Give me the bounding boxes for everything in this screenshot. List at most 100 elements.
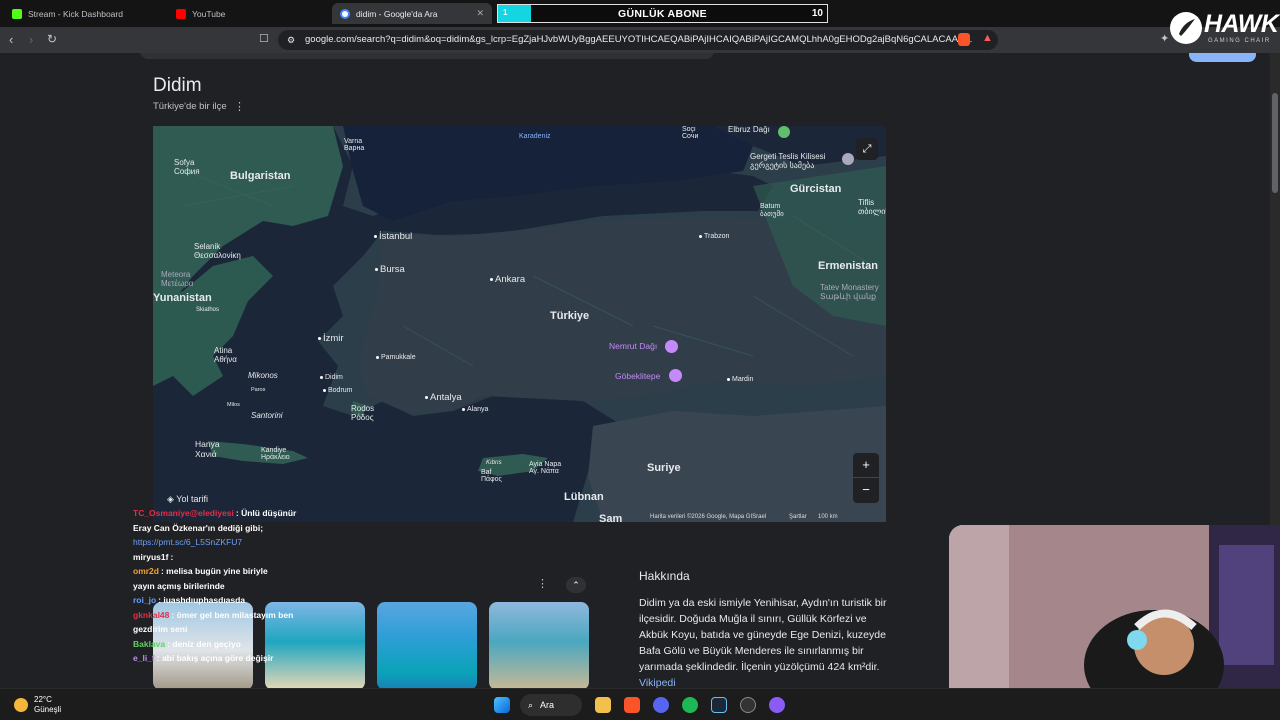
map-label-alanya[interactable]: Alanya bbox=[462, 406, 488, 413]
map-label-sochi[interactable]: Soçi Сочи bbox=[682, 126, 698, 140]
tab-kick-dashboard[interactable]: Stream - Kick Dashboard bbox=[4, 3, 168, 24]
map-label-kibris[interactable]: Kıbrıs bbox=[486, 460, 502, 466]
zoom-in-icon[interactable]: + bbox=[853, 453, 879, 477]
map-label-didim[interactable]: Didim bbox=[320, 374, 343, 381]
map-label-istanbul[interactable]: İstanbul bbox=[374, 231, 412, 242]
map-label-milos[interactable]: Milos bbox=[227, 402, 240, 408]
chat-username[interactable]: roi_jo bbox=[133, 595, 156, 605]
browser-toolbar: ‹ › ↻ ☐ ⚙ google.com/search?q=didim&oq=d… bbox=[0, 27, 1280, 53]
map-label-selanik[interactable]: Selanik Θεσσαλονίκη bbox=[194, 242, 241, 260]
map-label-sofya[interactable]: Sofya София bbox=[174, 158, 200, 176]
close-tab-icon[interactable]: ✕ bbox=[476, 8, 484, 19]
directions-button[interactable]: ◈ Yol tarifi bbox=[167, 494, 208, 505]
about-heading: Hakkında bbox=[639, 569, 690, 583]
taskbar-search-label: Ara bbox=[540, 700, 555, 710]
map-label-sam[interactable]: Şam bbox=[599, 513, 622, 522]
map-label-suriye[interactable]: Suriye bbox=[647, 462, 681, 474]
map-label-mardin[interactable]: Mardin bbox=[727, 376, 753, 383]
map-label-elbruz[interactable]: Elbruz Dağı bbox=[728, 126, 770, 134]
chat-username[interactable]: omr2d bbox=[133, 566, 159, 576]
obs-icon[interactable] bbox=[740, 697, 756, 713]
map-label-atina[interactable]: Atina Αθήνα bbox=[214, 346, 237, 364]
zoom-out-icon[interactable]: − bbox=[853, 477, 879, 501]
forward-icon[interactable]: › bbox=[29, 32, 33, 47]
map-label-nemrut[interactable]: Nemrut Dağı bbox=[609, 341, 657, 351]
map-label-aya-napa[interactable]: Ayia Napa Αγ. Νάπα bbox=[529, 461, 561, 475]
map-label-batum[interactable]: Batum ბათუმი bbox=[760, 203, 784, 218]
map-label-varna[interactable]: Varna Варна bbox=[344, 138, 364, 152]
church-marker-icon[interactable] bbox=[842, 153, 854, 165]
map-label-baf[interactable]: Baf Πάφος bbox=[481, 469, 502, 483]
reload-icon[interactable]: ↻ bbox=[47, 32, 57, 46]
subscriber-goal-label: GÜNLÜK ABONE bbox=[618, 8, 707, 20]
map-label-lubnan[interactable]: Lübnan bbox=[564, 491, 604, 503]
chat-username[interactable]: e_li_f bbox=[133, 653, 155, 663]
map-label-tiflis[interactable]: Tiflis თბილისი bbox=[858, 198, 886, 216]
map-label-karadeniz[interactable]: Karadeniz bbox=[519, 133, 551, 140]
search-box-partial[interactable] bbox=[140, 53, 714, 59]
map-label-ermenistan[interactable]: Ermenistan bbox=[818, 260, 878, 272]
map-label-meteora[interactable]: Meteora Μετέωρα bbox=[161, 270, 193, 288]
address-bar[interactable]: ⚙ google.com/search?q=didim&oq=didim&gs_… bbox=[278, 30, 998, 50]
nemrut-marker-icon[interactable] bbox=[665, 340, 678, 353]
map-terms-link[interactable]: Şartlar bbox=[789, 514, 807, 520]
tab-google-search[interactable]: didim - Google'da Ara ✕ bbox=[332, 3, 492, 24]
spotify-icon[interactable] bbox=[682, 697, 698, 713]
taskbar-search[interactable]: ⌕ Ara bbox=[520, 694, 582, 716]
site-info-icon[interactable]: ⚙ bbox=[287, 30, 295, 50]
images-options-icon[interactable]: ⋮ bbox=[537, 577, 548, 590]
chat-username[interactable]: gknkal48 bbox=[133, 610, 169, 620]
chat-username[interactable]: TC_Osmaniye@elediyesi bbox=[133, 508, 234, 518]
map-label-turkiye[interactable]: Türkiye bbox=[550, 310, 589, 322]
chat-text[interactable]: https://pmt.sc/6_L5SnZKFU7 bbox=[133, 537, 242, 547]
map-label-skiathos[interactable]: Skiathos bbox=[196, 307, 219, 313]
map-panel[interactable]: Bulgaristan Sofya София Karadeniz Varna … bbox=[153, 126, 886, 522]
map-label-paros[interactable]: Paros bbox=[251, 387, 265, 393]
chat-message: yayın açmış birilerinde bbox=[133, 579, 463, 594]
map-label-izmir[interactable]: İzmir bbox=[318, 333, 344, 344]
bookmark-icon[interactable]: ☐ bbox=[259, 32, 269, 45]
expand-map-icon[interactable]: ⤢ bbox=[856, 138, 878, 160]
map-label-bursa[interactable]: Bursa bbox=[375, 264, 405, 275]
map-label-bulgaristan[interactable]: Bulgaristan bbox=[230, 170, 291, 182]
chat-username[interactable]: Baklava bbox=[133, 639, 165, 649]
map-label-bodrum[interactable]: Bodrum bbox=[323, 387, 353, 394]
map-label-santorini[interactable]: Santorini bbox=[251, 411, 283, 420]
map-label-gobeklitepe[interactable]: Göbeklitepe bbox=[615, 371, 660, 381]
weather-condition: Güneşli bbox=[34, 705, 62, 714]
weather-temp: 22°C bbox=[34, 695, 52, 704]
gobeklitepe-marker-icon[interactable] bbox=[669, 369, 682, 382]
file-explorer-icon[interactable] bbox=[595, 697, 611, 713]
more-options-icon[interactable]: ⋮ bbox=[234, 100, 245, 113]
map-label-trabzon[interactable]: Trabzon bbox=[699, 233, 729, 240]
stream-chat-overlay: TC_Osmaniye@elediyesi: Ünlü düşünür Eray … bbox=[133, 506, 463, 666]
map-label-tatev[interactable]: Tatev Monastery Տաթևի վանք bbox=[820, 283, 879, 301]
map-label-hanya[interactable]: Hanya Χανιά bbox=[195, 439, 220, 459]
map-label-kandiye[interactable]: Kandiye Ηράκλειο bbox=[261, 447, 290, 461]
collapse-images-icon[interactable]: ⌃ bbox=[566, 577, 586, 593]
map-label-ankara[interactable]: Ankara bbox=[490, 274, 525, 285]
rewards-icon[interactable]: ▲ bbox=[982, 32, 993, 44]
brave-shield-icon[interactable] bbox=[958, 33, 970, 46]
map-label-alanya-text: Alanya bbox=[467, 406, 489, 413]
map-label-rodos[interactable]: Rodos Ρόδος bbox=[351, 404, 374, 422]
map-label-mikonos[interactable]: Mikonos bbox=[248, 371, 278, 380]
mountain-marker-icon[interactable] bbox=[778, 126, 790, 138]
tab-youtube[interactable]: YouTube bbox=[168, 3, 332, 24]
map-label-yunanistan[interactable]: Yunanistan bbox=[153, 292, 212, 304]
scrollbar-thumb[interactable] bbox=[1272, 93, 1278, 193]
didim-photo-4[interactable] bbox=[489, 602, 589, 690]
app-icon[interactable] bbox=[769, 697, 785, 713]
sign-in-button[interactable] bbox=[1189, 53, 1256, 62]
chat-username[interactable]: miryus1f bbox=[133, 552, 168, 562]
start-menu-icon[interactable] bbox=[494, 697, 510, 713]
map-label-pamukkale[interactable]: Pamukkale bbox=[376, 354, 416, 361]
back-icon[interactable]: ‹ bbox=[9, 32, 13, 47]
discord-icon[interactable] bbox=[653, 697, 669, 713]
map-label-gergeti[interactable]: Gergeti Teslis Kilisesi გერგეტის სამება bbox=[750, 152, 825, 170]
brave-browser-icon[interactable] bbox=[624, 697, 640, 713]
windows-taskbar: 22°C Güneşli ⌕ Ara bbox=[0, 688, 1280, 720]
map-label-antalya[interactable]: Antalya bbox=[425, 392, 462, 403]
map-label-gurcistan[interactable]: Gürcistan bbox=[790, 183, 841, 195]
steam-icon[interactable] bbox=[711, 697, 727, 713]
